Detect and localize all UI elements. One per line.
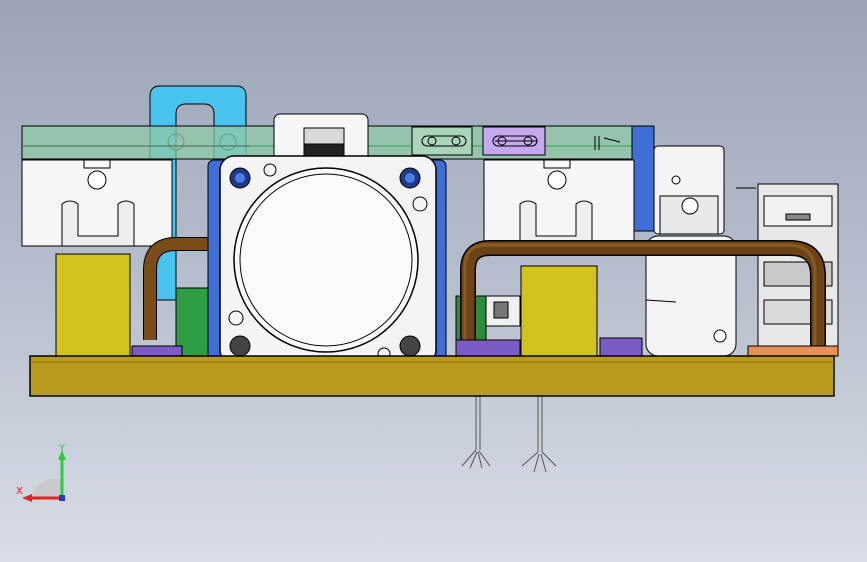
- orange-clip[interactable]: [747, 345, 839, 357]
- carriage-left[interactable]: [21, 159, 173, 247]
- yellow-block-right[interactable]: [520, 265, 598, 357]
- purple-pad-2[interactable]: [599, 337, 643, 359]
- triad-y-label: Y: [59, 443, 66, 454]
- z-axis-icon: [59, 495, 65, 501]
- yellow-block-left[interactable]: [55, 253, 131, 357]
- cable-left: [461, 396, 491, 469]
- carriage-right[interactable]: [483, 159, 635, 247]
- x-arrow-icon: [22, 494, 32, 502]
- sensor-bracket[interactable]: [653, 145, 725, 235]
- assembly-model[interactable]: [0, 0, 867, 562]
- axis-triad[interactable]: Y X: [14, 440, 74, 506]
- blue-plate-right[interactable]: [631, 125, 655, 232]
- cad-viewport[interactable]: Y X: [0, 0, 867, 562]
- triad-x-label: X: [16, 486, 23, 497]
- slot-block-right[interactable]: [411, 126, 473, 156]
- cable-right: [521, 396, 557, 473]
- servo-motor[interactable]: [219, 155, 437, 365]
